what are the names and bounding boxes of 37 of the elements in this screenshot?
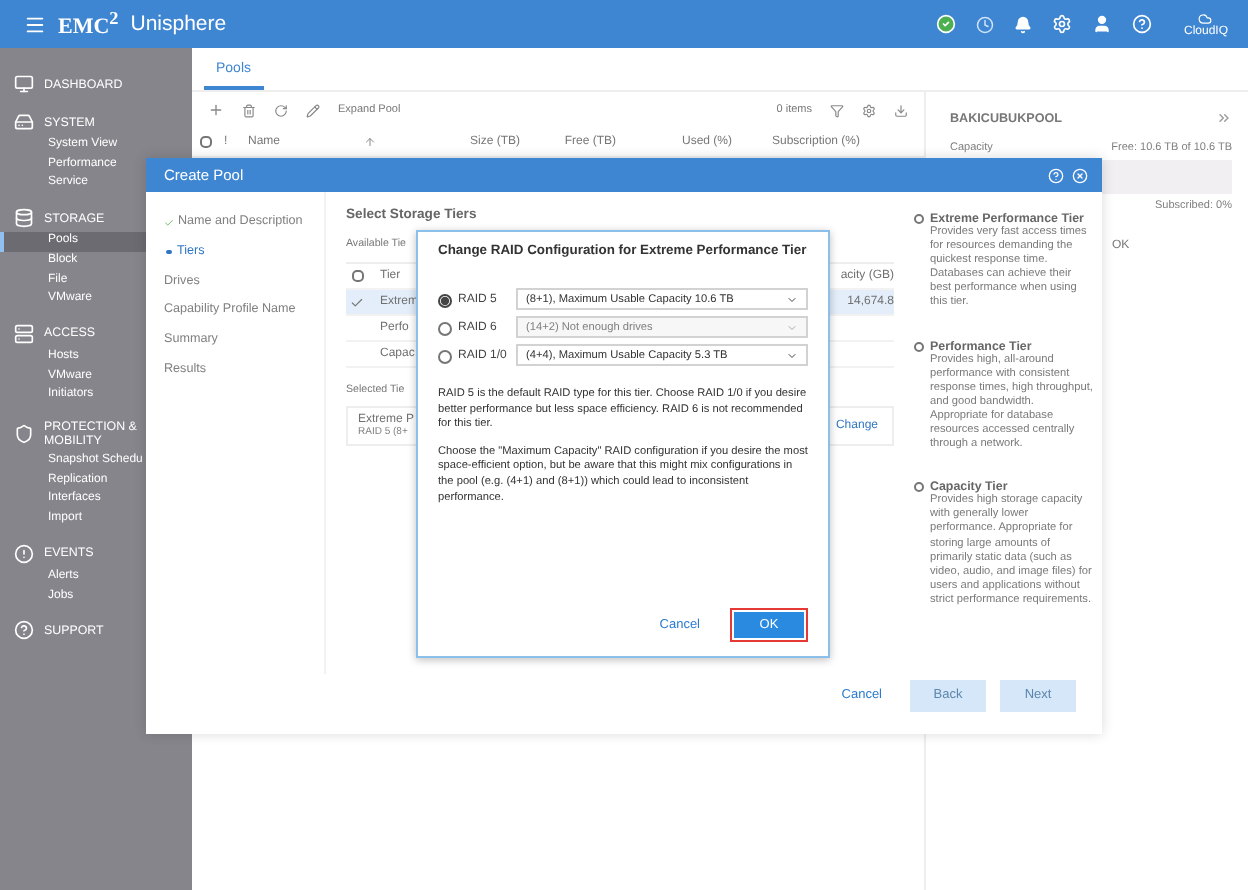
pencil-icon[interactable]: [306, 103, 320, 117]
monitor-icon: [14, 74, 34, 94]
caret-icon: [786, 293, 798, 305]
caret-icon: [786, 349, 798, 361]
help-icon: [14, 620, 34, 641]
radio-button[interactable]: [914, 214, 924, 224]
filter-icon[interactable]: [830, 103, 844, 117]
server-icon: [14, 323, 34, 344]
database-icon: [14, 208, 34, 229]
check-circle-icon[interactable]: [935, 14, 956, 34]
add-icon[interactable]: [208, 102, 224, 118]
current-dot-icon: [166, 249, 171, 255]
expand-icon[interactable]: [1216, 110, 1232, 126]
caret-icon: [786, 321, 798, 333]
radio-button[interactable]: [914, 341, 924, 352]
help-icon[interactable]: [1048, 167, 1064, 183]
trash-icon[interactable]: [242, 103, 256, 117]
radio-button[interactable]: [438, 349, 452, 363]
checkbox[interactable]: [352, 270, 364, 282]
clock-icon[interactable]: [975, 15, 994, 33]
sort-arrow-icon[interactable]: [364, 136, 376, 148]
help-icon[interactable]: [1131, 14, 1152, 34]
shield-icon: [14, 424, 34, 445]
radio-button[interactable]: [438, 293, 452, 307]
product-name: Unisphere: [130, 12, 227, 36]
check-icon[interactable]: [350, 295, 364, 309]
radio-button[interactable]: [914, 482, 924, 493]
refresh-icon[interactable]: [274, 103, 288, 117]
alert-icon: [14, 543, 34, 564]
checkbox[interactable]: [200, 136, 212, 148]
logo: EMC$^{2}$: [58, 8, 119, 40]
menu-icon[interactable]: [24, 13, 46, 35]
download-icon[interactable]: [894, 103, 908, 117]
user-icon[interactable]: [1091, 14, 1112, 34]
bell-icon[interactable]: [1013, 15, 1032, 33]
settings-icon[interactable]: [862, 103, 876, 117]
server-icon: [14, 112, 34, 132]
